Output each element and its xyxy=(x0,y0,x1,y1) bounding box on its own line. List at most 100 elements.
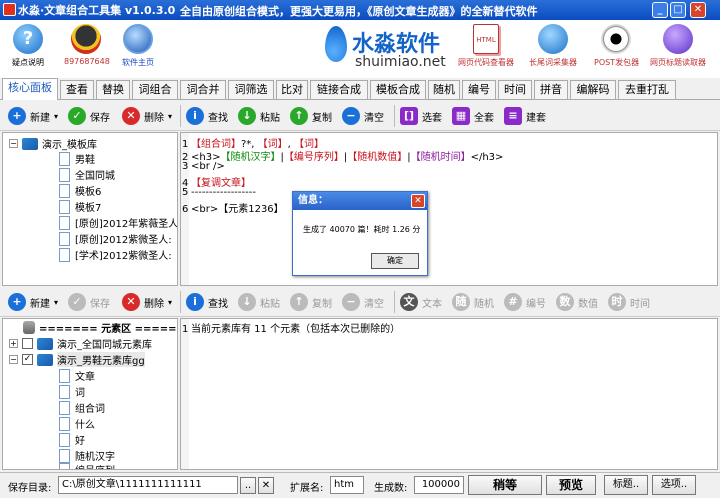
tab-time[interactable]: 时间 xyxy=(498,80,532,99)
dialog-close-button[interactable]: ✕ xyxy=(411,194,425,208)
line-gutter xyxy=(181,319,189,469)
template-editor[interactable]: 1 【组合词】?*, 【词】, 【词】 2 <h3>【随机汉字】|【编号序列】|【随… xyxy=(180,132,718,286)
separator xyxy=(180,291,181,313)
document-icon xyxy=(59,400,70,415)
tree-item[interactable]: 好 xyxy=(59,432,85,447)
document-icon xyxy=(59,384,70,399)
preview-button[interactable]: 预览 xyxy=(546,475,596,495)
dropdown-arrow-icon: ▾ xyxy=(168,111,173,121)
tree-item[interactable]: 什么 xyxy=(59,416,95,431)
up-arrow-icon: ↑ xyxy=(290,293,308,311)
x-icon: ✕ xyxy=(122,107,140,125)
delete-button[interactable]: ✕ 删除 ▾ xyxy=(122,107,172,125)
element-editor[interactable]: 1 当前元素库有 11 个元素（包括本次已删除的） xyxy=(180,318,718,470)
dialog-message: 生成了 40070 篇！耗时 1.26 分 xyxy=(303,225,421,234)
find-element-button[interactable]: i 查找 xyxy=(186,293,228,311)
ext-input[interactable]: htm xyxy=(330,476,364,494)
tree-item[interactable]: 文章 xyxy=(59,368,95,383)
tree-item[interactable]: 模板6 xyxy=(59,183,101,198)
tab-word-merge[interactable]: 词合并 xyxy=(180,80,226,99)
delete-element-button[interactable]: ✕ 删除 ▾ xyxy=(122,293,172,311)
code-line: 5 ------------------ xyxy=(182,187,256,198)
tree-item[interactable]: 全国同城 xyxy=(59,167,115,182)
clear-dir-button[interactable]: ✕ xyxy=(258,477,274,494)
code-line: 2 <h3>【随机汉字】|【编号序列】|【随机数值】|【随机时间】</h3> xyxy=(182,152,504,163)
homepage-tool[interactable]: 软件主页 xyxy=(118,24,158,68)
reader-icon xyxy=(663,24,693,54)
template-tree: − 演示_模板库 男鞋 全国同城 模板6 模板7 [原创]2012年紫薇圣人 [… xyxy=(2,132,178,286)
all-sets-button[interactable]: ▦ 全套 xyxy=(452,107,494,125)
value-element-button[interactable]: 数数值 xyxy=(556,293,598,311)
tree-item[interactable]: [原创]2012紫微圣人: xyxy=(59,231,172,246)
tree-item[interactable]: 组合词 xyxy=(59,400,105,415)
close-button[interactable]: ✕ xyxy=(690,2,706,18)
tree-item[interactable]: 词 xyxy=(59,384,85,399)
number-element-button[interactable]: # 编号 xyxy=(504,293,546,311)
element-group[interactable]: − ✓ 演示_男鞋元素库gg xyxy=(9,352,145,367)
tab-view[interactable]: 查看 xyxy=(60,80,94,99)
tab-compare[interactable]: 比对 xyxy=(276,80,308,99)
qq-tool[interactable]: 897687648 xyxy=(64,24,110,66)
build-set-button[interactable]: ≡ 建套 xyxy=(504,107,546,125)
help-tool[interactable]: ? 疑点说明 xyxy=(10,24,46,68)
tree-item[interactable]: 编号序列 xyxy=(59,462,115,469)
clear-element-button[interactable]: − 清空 xyxy=(342,293,384,311)
tab-number[interactable]: 编号 xyxy=(462,80,496,99)
post-sender-tool[interactable]: POST发包器 xyxy=(594,24,639,68)
save-element-button[interactable]: ✓ 保存 xyxy=(68,293,110,311)
minimize-button[interactable]: _ xyxy=(652,2,668,18)
copy-button[interactable]: ↑ 复制 xyxy=(290,107,332,125)
new-button[interactable]: + 新建 ▾ xyxy=(8,107,58,125)
options-button[interactable]: 选项.. xyxy=(652,475,696,495)
tab-codec[interactable]: 编解码 xyxy=(570,80,616,99)
new-element-button[interactable]: + 新建 ▾ xyxy=(8,293,58,311)
tab-template-synth[interactable]: 模板合成 xyxy=(370,80,426,99)
text-element-button[interactable]: 文文本 xyxy=(400,293,442,311)
random-element-button[interactable]: 随随机 xyxy=(452,293,494,311)
tab-word-filter[interactable]: 词筛选 xyxy=(228,80,274,99)
tree-item[interactable]: 模板7 xyxy=(59,199,101,214)
paste-button[interactable]: ↓ 粘贴 xyxy=(238,107,280,125)
code-line: 1 当前元素库有 11 个元素（包括本次已删除的） xyxy=(182,324,401,335)
save-button[interactable]: ✓ 保存 xyxy=(68,107,110,125)
dialog-ok-button[interactable]: 确定 xyxy=(371,253,419,269)
tab-link-synth[interactable]: 链接合成 xyxy=(310,80,368,99)
tab-pinyin[interactable]: 拼音 xyxy=(534,80,568,99)
paste-element-button[interactable]: ↓ 粘贴 xyxy=(238,293,280,311)
tree-item[interactable]: 男鞋 xyxy=(59,151,95,166)
browse-button[interactable]: .. xyxy=(240,477,256,494)
group-checkbox[interactable]: ✓ xyxy=(22,354,33,365)
status-bar: 保存目录: C:\原创文章\1111111111111 .. ✕ 扩展名: ht… xyxy=(0,472,720,498)
longtail-collector-tool[interactable]: 长尾词采集器 xyxy=(528,24,578,68)
tree-item[interactable]: [原创]2012年紫薇圣人 xyxy=(59,215,177,230)
code-line: 3 <br /> xyxy=(182,161,225,172)
document-icon xyxy=(59,368,70,383)
find-button[interactable]: i 查找 xyxy=(186,107,228,125)
html-viewer-tool[interactable]: HTML 网页代码查看器 xyxy=(458,24,514,68)
tree-item[interactable]: 随机汉字 xyxy=(59,448,115,463)
tab-core-panel[interactable]: 核心面板 xyxy=(2,78,58,100)
library-icon xyxy=(37,353,53,366)
title-reader-tool[interactable]: 网页标题读取器 xyxy=(648,24,708,68)
tab-word-combine[interactable]: 词组合 xyxy=(132,80,178,99)
maximize-button[interactable]: □ xyxy=(670,2,686,18)
dropdown-arrow-icon: ▾ xyxy=(54,297,59,307)
element-group[interactable]: + 演示_全国同城元素库 xyxy=(9,336,152,351)
tree-item[interactable]: [学术]2012紫微圣人: xyxy=(59,247,172,262)
tab-replace[interactable]: 替换 xyxy=(96,80,130,99)
copy-element-button[interactable]: ↑ 复制 xyxy=(290,293,332,311)
time-element-button[interactable]: 时时间 xyxy=(608,293,650,311)
minus-icon: − xyxy=(342,107,360,125)
select-set-button[interactable]: [] 选套 xyxy=(400,107,442,125)
clear-button[interactable]: − 清空 xyxy=(342,107,384,125)
group-checkbox[interactable] xyxy=(22,338,33,349)
info-icon: i xyxy=(186,293,204,311)
tab-dedupe[interactable]: 去重打乱 xyxy=(618,80,676,99)
tree-root[interactable]: − 演示_模板库 xyxy=(9,136,97,151)
tab-random[interactable]: 随机 xyxy=(428,80,460,99)
title-button[interactable]: 标题.. xyxy=(604,475,648,495)
count-input[interactable]: 100000 xyxy=(414,476,464,494)
save-dir-input[interactable]: C:\原创文章\1111111111111 xyxy=(58,476,238,494)
list-icon: ≡ xyxy=(504,107,522,125)
generate-button[interactable]: 稍等 xyxy=(468,475,542,495)
